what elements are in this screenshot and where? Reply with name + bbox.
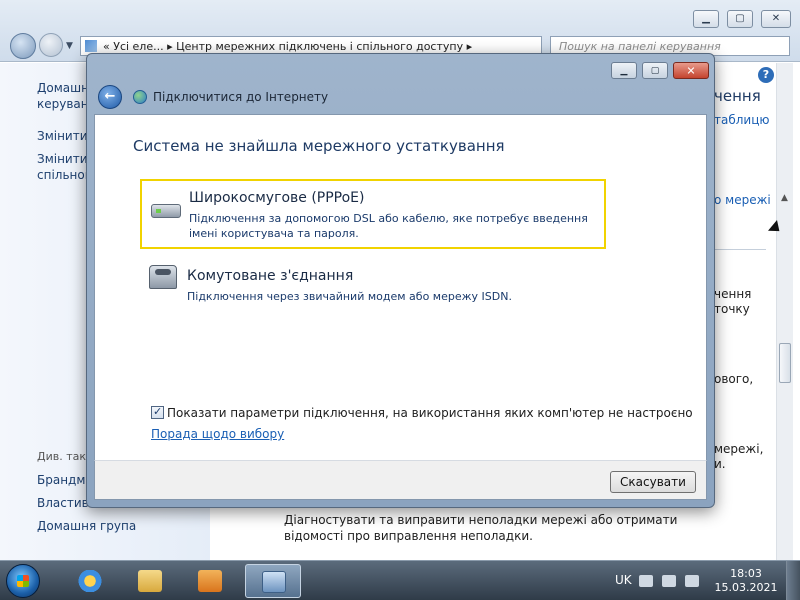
network-center-icon xyxy=(262,571,286,593)
divider xyxy=(714,249,766,250)
sidebar-link-change-sharing-cont[interactable]: спільног xyxy=(37,167,91,183)
option-description: Підключення за допомогою DSL або кабелю,… xyxy=(189,212,588,240)
help-icon[interactable]: ? xyxy=(758,67,774,83)
show-options-checkbox[interactable]: ✓ xyxy=(151,405,164,419)
taskbar: UK 18:03 15.03.2021 xyxy=(0,560,800,600)
broadband-modem-icon xyxy=(151,204,181,218)
option-dialup[interactable]: Комутоване з'єднання Підключення через з… xyxy=(140,259,606,311)
dialog-minimize-button[interactable]: ▁ xyxy=(611,62,637,79)
internet-explorer-icon xyxy=(78,570,102,592)
close-icon: ✕ xyxy=(771,13,781,24)
dialog-footer: Скасувати xyxy=(94,460,707,500)
minimize-button[interactable]: ▁ xyxy=(693,10,719,28)
forward-button[interactable] xyxy=(39,33,63,57)
media-player-icon xyxy=(198,570,222,592)
setting-text-fragment: ового, xyxy=(714,372,754,386)
minimize-icon: ▁ xyxy=(620,65,628,76)
dialog-maximize-button[interactable]: ▢ xyxy=(642,62,668,79)
breadcrumb-all-items[interactable]: Усі еле... xyxy=(113,40,163,53)
connect-network-link[interactable]: о мережі xyxy=(714,192,771,208)
dialog-back-button[interactable]: ← xyxy=(98,85,122,109)
breadcrumb-separator-icon[interactable]: ▸ xyxy=(467,40,473,53)
taskbar-app-explorer[interactable] xyxy=(122,564,178,598)
back-button[interactable] xyxy=(10,33,36,59)
sidebar-link-homegroup[interactable]: Домашня група xyxy=(37,518,136,534)
maximize-icon: ▢ xyxy=(650,65,660,76)
sidebar-link-change-adapter[interactable]: Змінити xyxy=(37,128,88,144)
show-options-checkbox-label[interactable]: Показати параметри підключення, на викор… xyxy=(167,406,693,420)
clock-date: 15.03.2021 xyxy=(714,581,778,594)
taskbar-app-ie[interactable] xyxy=(62,564,118,598)
search-placeholder: Пошук на панелі керування xyxy=(559,40,721,53)
option-description: Підключення через звичайний модем або ме… xyxy=(187,290,512,303)
option-broadband-pppoe[interactable]: Широкосмугове (PPPoE) Підключення за доп… xyxy=(140,179,606,249)
connect-internet-dialog: ▁ ▢ ✕ ← Підключитися до Інтернету Систем… xyxy=(86,53,715,508)
maximize-button[interactable]: ▢ xyxy=(727,10,753,28)
option-title: Широкосмугове (PPPoE) xyxy=(189,190,365,206)
setting-text-fragment: точку xyxy=(714,302,750,316)
clock-time: 18:03 xyxy=(730,567,762,580)
help-me-choose-link[interactable]: Порада щодо вибору xyxy=(151,427,284,441)
close-icon: ✕ xyxy=(686,64,696,77)
show-desktop-button[interactable] xyxy=(786,561,800,600)
keyboard-icon[interactable] xyxy=(639,575,653,587)
troubleshoot-description: Діагностувати та виправити неполадки мер… xyxy=(284,513,678,543)
recent-pages-chevron-icon[interactable]: ▼ xyxy=(66,41,73,51)
setting-text-fragment: и. xyxy=(714,457,726,471)
clock[interactable]: 18:03 15.03.2021 xyxy=(713,567,779,595)
control-panel-icon xyxy=(85,40,97,52)
taskbar-app-network[interactable] xyxy=(245,564,301,598)
windows-explorer-icon xyxy=(138,570,162,592)
setting-text-fragment: чення xyxy=(714,287,752,301)
action-center-flag-icon[interactable] xyxy=(662,575,676,587)
maximize-icon: ▢ xyxy=(735,13,745,24)
setting-text-fragment: мережі, xyxy=(714,442,764,456)
checkmark-icon: ✓ xyxy=(153,405,163,418)
back-arrow-icon: ← xyxy=(104,89,116,105)
vertical-scrollbar[interactable]: ▲ ▼ xyxy=(776,63,793,600)
cancel-button[interactable]: Скасувати xyxy=(610,471,696,493)
taskbar-app-media[interactable] xyxy=(182,564,238,598)
network-globe-icon xyxy=(133,90,147,104)
start-button[interactable] xyxy=(6,564,40,598)
language-indicator[interactable]: UK xyxy=(615,573,632,587)
address-overflow-chevron[interactable]: « xyxy=(103,40,110,53)
close-button[interactable]: ✕ xyxy=(761,10,791,28)
address-path[interactable]: « Усі еле... ▸ Центр мережних підключень… xyxy=(103,40,472,53)
dialog-title: Підключитися до Інтернету xyxy=(153,90,329,104)
minimize-icon: ▁ xyxy=(702,13,710,24)
dialup-modem-icon xyxy=(149,265,177,289)
option-title: Комутоване з'єднання xyxy=(187,268,354,284)
main-heading-fragment: чення xyxy=(714,87,761,105)
scrollbar-thumb[interactable] xyxy=(779,343,791,383)
breadcrumb-separator-icon[interactable]: ▸ xyxy=(167,40,173,53)
dialog-close-button[interactable]: ✕ xyxy=(673,62,709,79)
network-tray-icon[interactable] xyxy=(685,575,699,587)
sidebar-link-home-cont[interactable]: керуван xyxy=(37,96,89,112)
dialog-heading: Система не знайшла мережного устаткуванн… xyxy=(133,137,505,155)
view-full-map-link[interactable]: таблицю xyxy=(714,112,769,128)
breadcrumb-network-center[interactable]: Центр мережних підключень і спільного до… xyxy=(176,40,463,53)
scroll-up-icon[interactable]: ▲ xyxy=(781,193,788,203)
